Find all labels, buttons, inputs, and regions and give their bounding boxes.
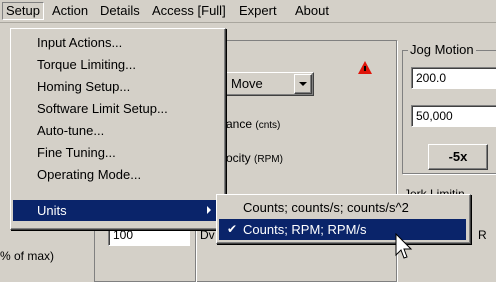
menu-about[interactable]: About	[293, 3, 331, 19]
menu-details[interactable]: Details	[98, 3, 142, 19]
limit-percent-value: 100	[113, 228, 134, 242]
jog-motion-title: Jog Motion	[408, 42, 476, 57]
velocity-label: ocity (RPM)	[226, 151, 283, 165]
jog-velocity-value: 200.0	[416, 71, 447, 85]
velocity-label-text: ocity	[226, 151, 251, 165]
distance-label-text: ance	[226, 117, 253, 131]
menu-item-torque-limiting[interactable]: Torque Limiting...	[13, 54, 221, 75]
jog-distance-field[interactable]: 50,000	[411, 105, 496, 127]
menu-item-operating-mode[interactable]: Operating Mode...	[13, 164, 221, 185]
distance-unit: (cnts)	[255, 120, 281, 131]
warning-mark	[364, 66, 366, 71]
checkmark-icon: ✔	[227, 222, 238, 236]
dv-label: Dv	[200, 228, 215, 242]
jog-velocity-field[interactable]: 200.0	[411, 67, 496, 89]
jog-distance-value: 50,000	[416, 109, 453, 123]
menu-action[interactable]: Action	[50, 3, 90, 19]
menu-bar: Setup Action Details Access [Full] Exper…	[0, 0, 496, 23]
menu-item-software-limit-setup[interactable]: Software Limit Setup...	[13, 98, 221, 119]
menu-item-auto-tune[interactable]: Auto-tune...	[13, 120, 221, 141]
r-label: R	[478, 228, 487, 242]
percent-of-max-label: % of max)	[0, 249, 55, 263]
units-option-rpm[interactable]: ✔ Counts; RPM; RPM/s	[219, 219, 466, 240]
units-option-rpm-label: Counts; RPM; RPM/s	[243, 222, 367, 237]
move-select[interactable]: Move	[224, 72, 314, 96]
setup-menu: Input Actions... Torque Limiting... Homi…	[10, 28, 226, 230]
menu-item-homing-setup[interactable]: Homing Setup...	[13, 76, 221, 97]
mouse-cursor-icon	[395, 233, 413, 259]
menu-expert[interactable]: Expert	[237, 3, 279, 19]
units-submenu: Counts; counts/s; counts/s^2 ✔ Counts; R…	[216, 194, 471, 244]
velocity-unit: (RPM)	[254, 154, 283, 165]
dropdown-arrow-button[interactable]	[294, 74, 312, 94]
menu-setup[interactable]: Setup	[2, 2, 44, 20]
units-option-counts[interactable]: Counts; counts/s; counts/s^2	[219, 197, 466, 218]
submenu-arrow-icon	[207, 206, 211, 214]
chevron-down-icon	[299, 82, 307, 86]
distance-label: ance (cnts)	[226, 117, 280, 131]
menu-item-units[interactable]: Units	[13, 200, 221, 221]
jog-minus-5x-button[interactable]: -5x	[428, 144, 488, 170]
menu-access[interactable]: Access [Full]	[150, 3, 228, 19]
menu-item-units-label: Units	[37, 203, 67, 218]
menu-item-fine-tuning[interactable]: Fine Tuning...	[13, 142, 221, 163]
move-select-value: Move	[231, 76, 263, 91]
menu-item-input-actions[interactable]: Input Actions...	[13, 32, 221, 53]
